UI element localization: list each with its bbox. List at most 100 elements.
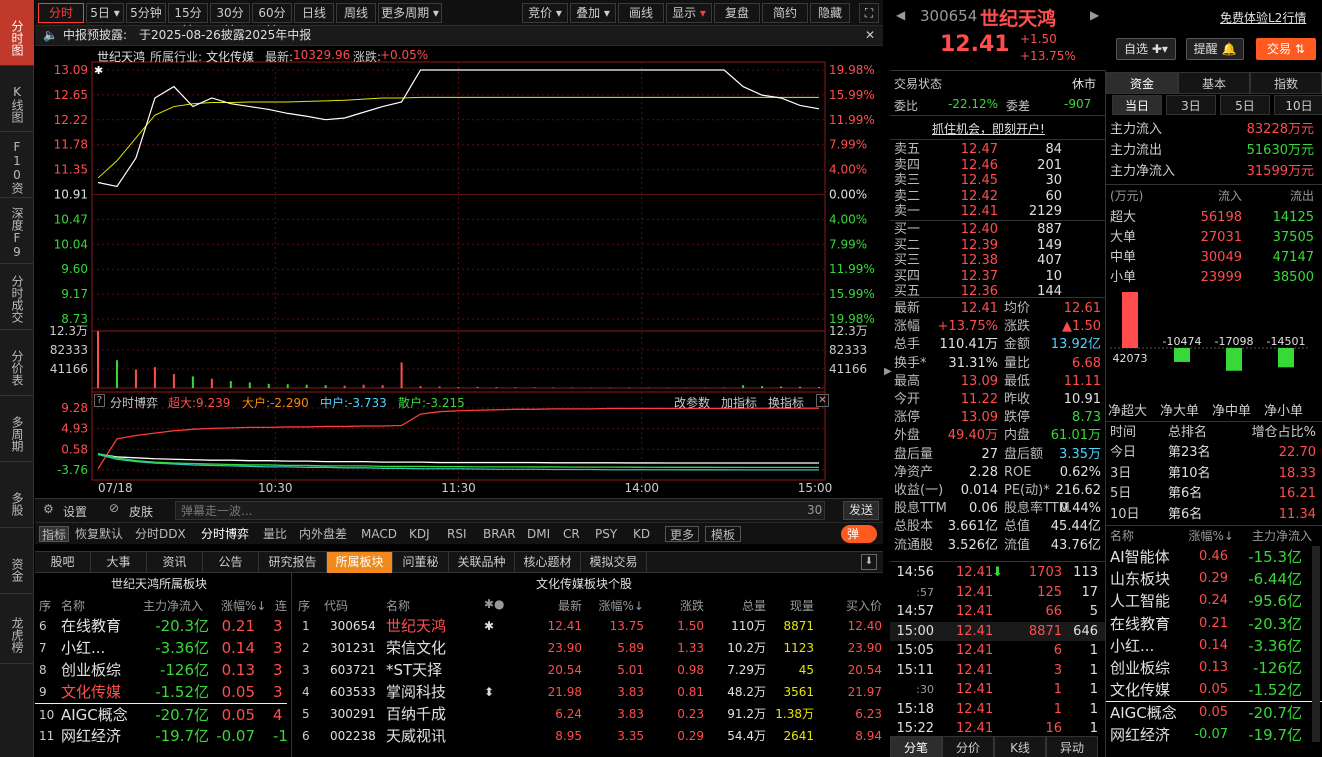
period-tab-5[interactable]: 60分钟 [252,3,292,38]
tool-button-6[interactable]: 隐藏 ▸▸ [810,3,850,38]
table-row[interactable]: 文化传媒 0.05 -1.52亿 [1106,679,1322,701]
period-tab-2[interactable]: 5分钟 [126,3,166,23]
info-tab-3[interactable]: 公告 [203,552,259,573]
scrollbar[interactable] [1312,546,1320,742]
next-stock-icon[interactable]: ▶ [1090,8,1099,22]
sector-header-cell[interactable]: 涨幅%↓ [221,597,266,614]
table-row[interactable]: 5 300291 百纳千成 6.24 3.83 0.23 91.2万 1.38万 6.23 [292,703,884,725]
orderbook-row[interactable]: 卖三 12.45 30 [890,173,1105,188]
table-row[interactable]: 4 603533 掌阅科技 ⬍ 21.98 3.83 0.81 48.2万 3561 21.97 [292,681,884,703]
prev-stock-icon[interactable]: ◀ [896,8,905,22]
info-tab-4[interactable]: 研究报告 [259,552,327,573]
table-row[interactable]: 6 002238 天威视讯 8.95 3.35 0.29 54.4万 2641 8.94 [292,725,884,747]
day-tab-2[interactable]: 5日 [1220,95,1270,115]
table-row[interactable]: 11 网红经济 -19.7亿 -0.07 -1 [35,725,288,747]
orderbook-row[interactable]: 买四 12.37 10 [890,269,1105,284]
orderbook-row[interactable]: 买三 12.38 407 [890,253,1105,268]
table-row[interactable]: AIGC概念 0.05 -20.7亿 [1106,701,1322,723]
table-row[interactable]: 网红经济 -0.07 -19.7亿 [1106,724,1322,746]
fullscreen-icon[interactable]: ⛶ [859,3,879,23]
danmaku-input[interactable] [175,501,825,520]
sidebar-item-6[interactable]: 多周期 [0,396,34,462]
help-icon[interactable]: ? [94,394,105,407]
fund-tab-2[interactable]: 指数 [1250,72,1322,94]
indicator-tab-9[interactable]: BRAR [483,526,516,542]
chart-svg[interactable]: 13.09 19.98% 12.65 15.99% 12.22 11.99% 11.78 7.… [35,46,883,496]
send-button[interactable]: 发送 [843,501,879,520]
gear-icon[interactable]: ⚙ [43,502,54,516]
table-row[interactable]: AI智能体 0.46 -15.3亿 [1106,546,1322,568]
table-row[interactable]: 10 AIGC概念 -20.7亿 0.05 4 [35,703,287,725]
tool-button-0[interactable]: 竞价 ▾ [522,3,568,23]
period-tab-7[interactable]: 周线 [336,3,376,23]
table-row[interactable]: 8 创业板综 -126亿 0.13 3 [35,659,287,681]
open-account-link[interactable]: 抓住机会，即刻开户! [932,120,1045,137]
table-row[interactable]: 2 301231 荣信文化 23.90 5.89 1.33 10.2万 1123 23.90 [292,637,884,659]
table-row[interactable]: 1 300654 世纪天鸿 ✱ 12.41 13.75 1.50 110万 8871 12.40 [292,615,884,637]
indicator-tab-12[interactable]: PSY [595,526,617,542]
l2-promo-link[interactable]: 免费体验L2行情 [1220,9,1306,26]
info-tab-0[interactable]: 股吧 [35,552,91,573]
tick-tab-0[interactable]: 分笔 [890,736,942,757]
alert-button[interactable]: 提醒 🔔 [1186,38,1244,60]
info-tab-9[interactable]: 模拟交易 [581,552,647,573]
collapse-arrow-icon[interactable]: ▶ [884,366,892,377]
orderbook-row[interactable]: 卖一 12.41 2129 [890,204,1105,219]
tool-button-4[interactable]: 复盘 [714,3,760,23]
skin-button[interactable]: 皮肤 [129,503,153,520]
trade-button[interactable]: 交易 ⇅ [1256,38,1316,60]
indicator-tab-4[interactable]: 量比 [263,526,287,542]
info-tab-7[interactable]: 关联品种 [449,552,515,573]
tool-button-2[interactable]: 画线 [618,3,664,23]
sector-header-cell[interactable]: 序 [39,597,51,614]
indicator-tab-11[interactable]: CR [563,526,580,542]
period-tab-0[interactable]: 分时 [38,3,84,23]
indicator-tab-6[interactable]: MACD [361,526,397,542]
info-tab-6[interactable]: 问董秘 [393,552,449,573]
notice-text[interactable]: 于2025-08-26披露2025年中报 [139,26,311,45]
indicator-tab-8[interactable]: RSI [447,526,467,542]
indicator-tab-3[interactable]: 分时博弈 [201,526,249,542]
sidebar-item-9[interactable]: 龙虎榜 [0,594,34,664]
bo-link-add[interactable]: 加指标 [721,394,757,411]
indicator-tab-16[interactable]: 弹 [841,525,877,543]
sector-header-cell[interactable]: 主力净流入 [143,597,203,614]
orderbook-row[interactable]: 卖二 12.42 60 [890,189,1105,204]
tick-tab-2[interactable]: K线 [994,736,1046,757]
sidebar-item-3[interactable]: 深度F9 [0,198,34,264]
period-tab-8[interactable]: 更多周期 ▾ [378,3,442,23]
indicator-tab-13[interactable]: KD [633,526,650,542]
orderbook-row[interactable]: 买二 12.39 149 [890,238,1105,253]
watchlist-button[interactable]: 自选 ✚▾ [1116,38,1176,60]
table-row[interactable]: 6 在线教育 -20.3亿 0.21 3 [35,615,287,637]
close-icon[interactable]: ✕ [865,26,875,45]
period-tab-3[interactable]: 15分钟 [168,3,208,38]
indicator-tab-1[interactable]: 恢复默认 [75,526,123,542]
table-row[interactable]: 山东板块 0.29 -6.44亿 [1106,568,1322,590]
table-row[interactable]: 人工智能 0.24 -95.6亿 [1106,590,1322,612]
sidebar-item-7[interactable]: 多股 [0,462,34,528]
info-tab-2[interactable]: 资讯 [147,552,203,573]
indicator-tab-0[interactable]: 指标 [39,526,70,542]
close-icon[interactable]: ✕ [816,394,829,407]
intraday-chart[interactable]: 13.09 19.98% 12.65 15.99% 12.22 11.99% 11.78 7.… [35,46,883,496]
indicator-tab-14[interactable]: 更多 [665,526,699,542]
tool-button-1[interactable]: 叠加 ▾ [570,3,616,23]
orderbook-row[interactable]: 卖四 12.46 201 [890,158,1105,173]
skin-icon[interactable]: ⊘ [109,501,119,515]
sidebar-item-1[interactable]: K线图 [0,66,34,132]
period-tab-1[interactable]: 5日 ▾ [86,3,124,23]
orderbook-row[interactable]: 买一 12.40 887 [890,222,1105,237]
sidebar-item-2[interactable]: F10资料 [0,132,34,198]
table-row[interactable]: 7 小红... -3.36亿 0.14 3 [35,637,287,659]
tool-button-3[interactable]: 显示 ▾ [666,3,712,23]
sector-header-cell[interactable]: 名称 [61,597,85,614]
sidebar-item-5[interactable]: 分价表 [0,330,34,396]
day-tab-0[interactable]: 当日 [1112,95,1162,115]
sidebar-item-8[interactable]: 资金 [0,528,34,594]
info-tab-8[interactable]: 核心题材 [515,552,581,573]
table-row[interactable]: 3 603721 *ST天择 20.54 5.01 0.98 7.29万 45 20.54 [292,659,884,681]
sidebar-item-0[interactable]: 分时图 [0,0,34,66]
tool-button-5[interactable]: 简约 [762,3,808,23]
table-row[interactable]: 在线教育 0.21 -20.3亿 [1106,613,1322,635]
